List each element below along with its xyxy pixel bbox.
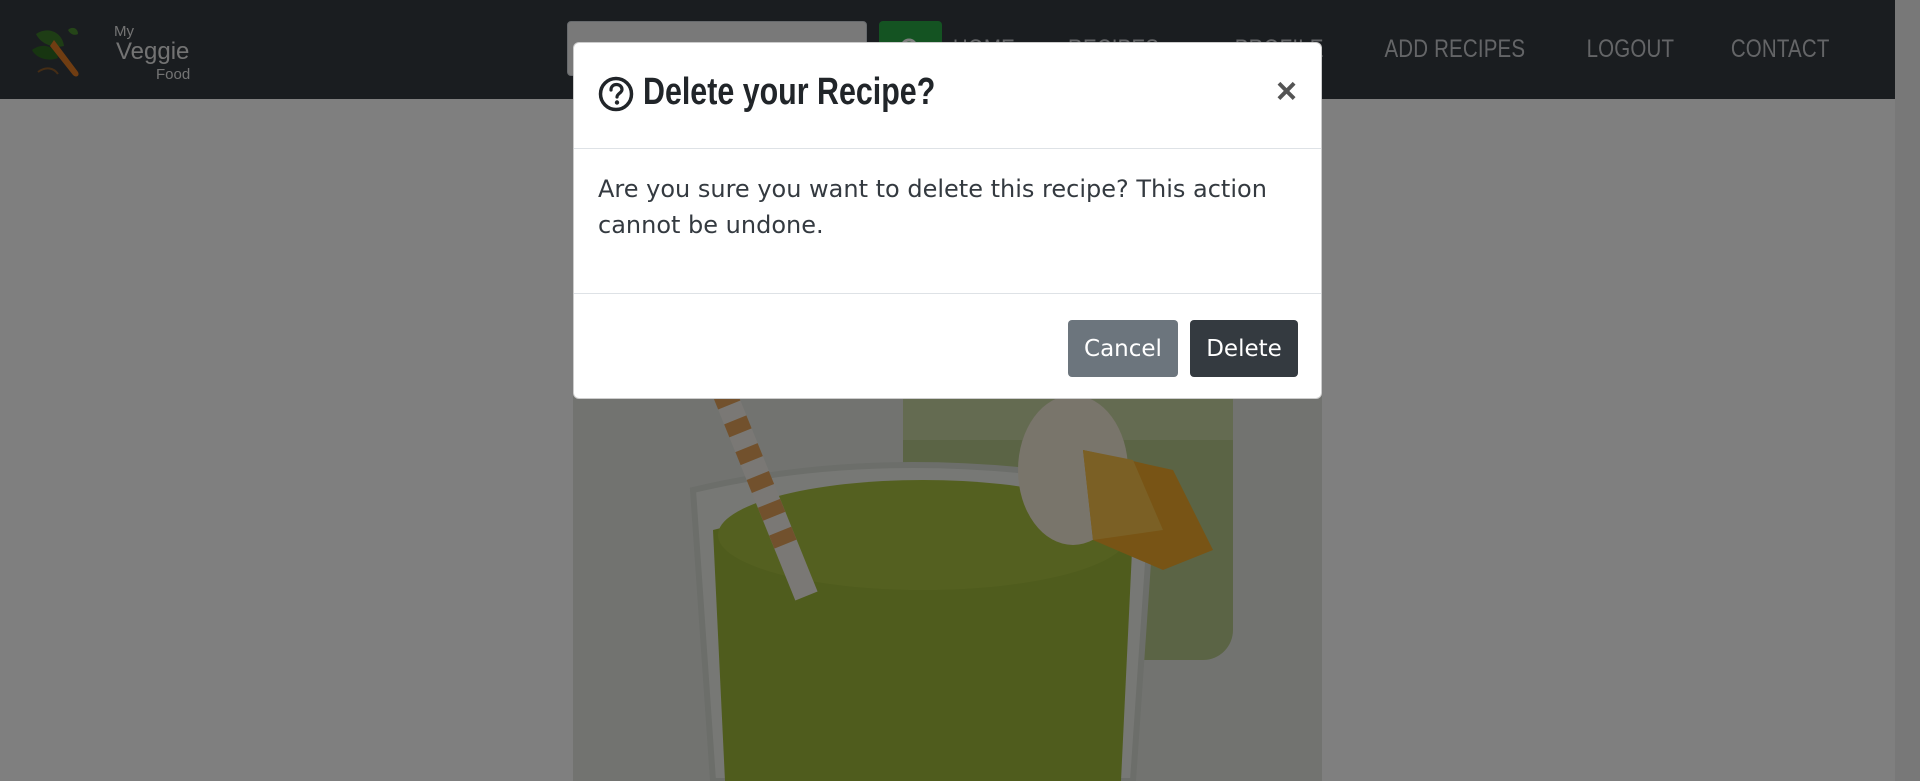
question-circle-icon	[598, 76, 634, 112]
modal-footer: Cancel Delete	[574, 293, 1321, 400]
modal-title: Delete your Recipe?	[643, 71, 936, 113]
close-icon[interactable]: ×	[1276, 73, 1297, 109]
delete-button[interactable]: Delete	[1190, 320, 1298, 377]
cancel-button[interactable]: Cancel	[1068, 320, 1178, 377]
modal-body-text: Are you sure you want to delete this rec…	[598, 175, 1267, 239]
delete-recipe-modal: Delete your Recipe? × Are you sure you w…	[573, 42, 1322, 399]
modal-header: Delete your Recipe? ×	[574, 43, 1321, 149]
